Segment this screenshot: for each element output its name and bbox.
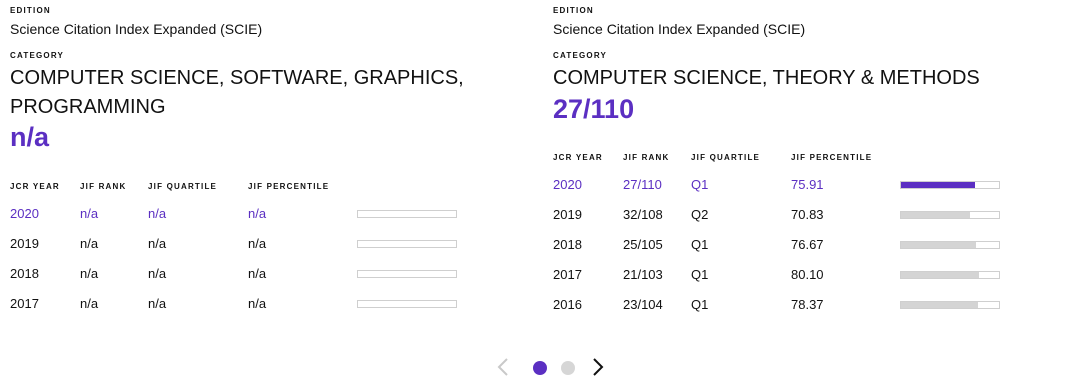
percentile-bar-fill bbox=[901, 272, 980, 278]
category-name: COMPUTER SCIENCE, THEORY & METHODS bbox=[553, 67, 980, 89]
jif-percentile-cell: 76.67 bbox=[791, 237, 824, 252]
jcr-year-cell: 2018 bbox=[10, 266, 39, 281]
chevron-right-icon[interactable] bbox=[592, 357, 604, 377]
jif-percentile-cell: 70.83 bbox=[791, 207, 824, 222]
jcr-year-cell: 2018 bbox=[553, 237, 582, 252]
edition-value: Science Citation Index Expanded (SCIE) bbox=[553, 21, 806, 37]
table-row: 2020 27/110 Q1 75.91 bbox=[553, 177, 1013, 207]
jif-quartile-cell: Q2 bbox=[691, 207, 709, 222]
jif-percentile-cell: 78.37 bbox=[791, 297, 824, 312]
table-header: JCR YEAR JIF RANK JIF QUARTILE JIF PERCE… bbox=[553, 153, 1013, 165]
header-jif-rank: JIF RANK bbox=[623, 153, 670, 162]
jcr-year-cell: 2019 bbox=[553, 207, 582, 222]
jif-percentile-cell: 75.91 bbox=[791, 177, 824, 192]
jif-rank-cell: 25/105 bbox=[623, 237, 663, 252]
percentile-bar bbox=[900, 181, 1000, 189]
rank-table: JCR YEAR JIF RANK JIF QUARTILE JIF PERCE… bbox=[10, 182, 470, 326]
jcr-year-cell: 2020 bbox=[10, 206, 39, 221]
percentile-bar-fill bbox=[901, 302, 978, 308]
jcr-year-cell: 2017 bbox=[10, 296, 39, 311]
jcr-year-cell: 2017 bbox=[553, 267, 582, 282]
header-jif-percentile: JIF PERCENTILE bbox=[791, 153, 873, 162]
jcr-year-cell: 2019 bbox=[10, 236, 39, 251]
jif-rank-cell: 21/103 bbox=[623, 267, 663, 282]
chevron-left-icon[interactable] bbox=[497, 357, 509, 377]
category-label: CATEGORY bbox=[553, 51, 608, 60]
category-label: CATEGORY bbox=[10, 51, 65, 60]
jif-quartile-cell: Q1 bbox=[691, 237, 709, 252]
header-jif-quartile: JIF QUARTILE bbox=[148, 182, 218, 191]
category-name: COMPUTER SCIENCE, SOFTWARE, GRAPHICS, PR… bbox=[10, 67, 464, 118]
percentile-bar bbox=[357, 300, 457, 308]
jif-quartile-cell: Q1 bbox=[691, 177, 709, 192]
percentile-bar bbox=[357, 210, 457, 218]
jif-rank-cell: n/a bbox=[80, 206, 99, 221]
header-jcr-year: JCR YEAR bbox=[10, 182, 60, 191]
header-jif-percentile: JIF PERCENTILE bbox=[248, 182, 330, 191]
percentile-bar bbox=[900, 301, 1000, 309]
header-jcr-year: JCR YEAR bbox=[553, 153, 603, 162]
jif-rank-cell: 23/104 bbox=[623, 297, 663, 312]
percentile-bar bbox=[900, 211, 1000, 219]
percentile-bar bbox=[357, 270, 457, 278]
table-row: 2016 23/104 Q1 78.37 bbox=[553, 297, 1013, 327]
carousel-dot-active[interactable] bbox=[533, 361, 547, 375]
header-jif-quartile: JIF QUARTILE bbox=[691, 153, 761, 162]
percentile-bar-fill bbox=[901, 242, 977, 248]
category-rank: n/a bbox=[10, 122, 50, 152]
jcr-year-cell: 2016 bbox=[553, 297, 582, 312]
jif-rank-cell: 27/110 bbox=[623, 177, 662, 192]
table-row: 2018 25/105 Q1 76.67 bbox=[553, 237, 1013, 267]
jif-quartile-cell: n/a bbox=[148, 296, 167, 311]
jif-quartile-cell: n/a bbox=[148, 206, 167, 221]
jif-rank-cell: 32/108 bbox=[623, 207, 663, 222]
percentile-bar bbox=[357, 240, 457, 248]
jif-quartile-cell: Q1 bbox=[691, 267, 709, 282]
jif-rank-cell: n/a bbox=[80, 266, 99, 281]
edition-label: EDITION bbox=[553, 6, 594, 15]
jif-quartile-cell: n/a bbox=[148, 236, 167, 251]
carousel-nav bbox=[497, 358, 617, 380]
jif-percentile-cell: n/a bbox=[248, 236, 267, 251]
category-rank: 27/110 bbox=[553, 94, 635, 124]
percentile-bar-fill bbox=[901, 182, 976, 188]
jif-rank-cell: n/a bbox=[80, 296, 99, 311]
table-header: JCR YEAR JIF RANK JIF QUARTILE JIF PERCE… bbox=[10, 182, 470, 194]
header-jif-rank: JIF RANK bbox=[80, 182, 127, 191]
table-row: 2020 n/a n/a n/a bbox=[10, 206, 470, 236]
jif-rank-cell: n/a bbox=[80, 236, 99, 251]
edition-label: EDITION bbox=[10, 6, 51, 15]
jif-quartile-cell: Q1 bbox=[691, 297, 709, 312]
table-row: 2019 n/a n/a n/a bbox=[10, 236, 470, 266]
jif-percentile-cell: n/a bbox=[248, 206, 267, 221]
jif-percentile-cell: n/a bbox=[248, 296, 267, 311]
percentile-bar bbox=[900, 241, 1000, 249]
carousel-dot[interactable] bbox=[561, 361, 575, 375]
table-row: 2018 n/a n/a n/a bbox=[10, 266, 470, 296]
table-row: 2017 n/a n/a n/a bbox=[10, 296, 470, 326]
jif-percentile-cell: n/a bbox=[248, 266, 267, 281]
jcr-year-cell: 2020 bbox=[553, 177, 582, 192]
percentile-bar-fill bbox=[901, 212, 971, 218]
jif-quartile-cell: n/a bbox=[148, 266, 167, 281]
jif-percentile-cell: 80.10 bbox=[791, 267, 824, 282]
table-row: 2019 32/108 Q2 70.83 bbox=[553, 207, 1013, 237]
percentile-bar bbox=[900, 271, 1000, 279]
edition-value: Science Citation Index Expanded (SCIE) bbox=[10, 21, 263, 37]
rank-table: JCR YEAR JIF RANK JIF QUARTILE JIF PERCE… bbox=[553, 153, 1013, 327]
table-row: 2017 21/103 Q1 80.10 bbox=[553, 267, 1013, 297]
